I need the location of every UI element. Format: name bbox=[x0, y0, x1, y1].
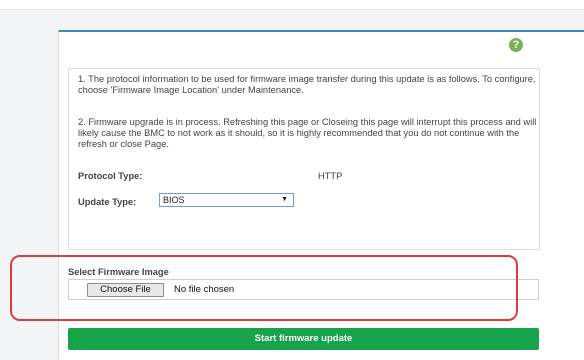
chevron-down-icon: ▼ bbox=[281, 196, 288, 203]
protocol-type-label: Protocol Type: bbox=[78, 171, 143, 181]
update-type-select[interactable]: BIOS ▼ bbox=[159, 193, 294, 207]
question-circle-icon[interactable]: ? bbox=[509, 38, 523, 52]
protocol-info-text: 1. The protocol information to be used f… bbox=[78, 74, 536, 95]
start-firmware-update-button[interactable]: Start firmware update bbox=[68, 328, 539, 350]
update-type-label: Update Type: bbox=[78, 197, 137, 207]
upgrade-warning-text: 2. Firmware upgrade is in process. Refre… bbox=[78, 117, 537, 149]
top-bar bbox=[0, 0, 584, 10]
protocol-type-value: HTTP bbox=[318, 171, 343, 181]
update-type-selected-value: BIOS bbox=[163, 195, 185, 205]
highlight-annotation bbox=[10, 255, 518, 321]
